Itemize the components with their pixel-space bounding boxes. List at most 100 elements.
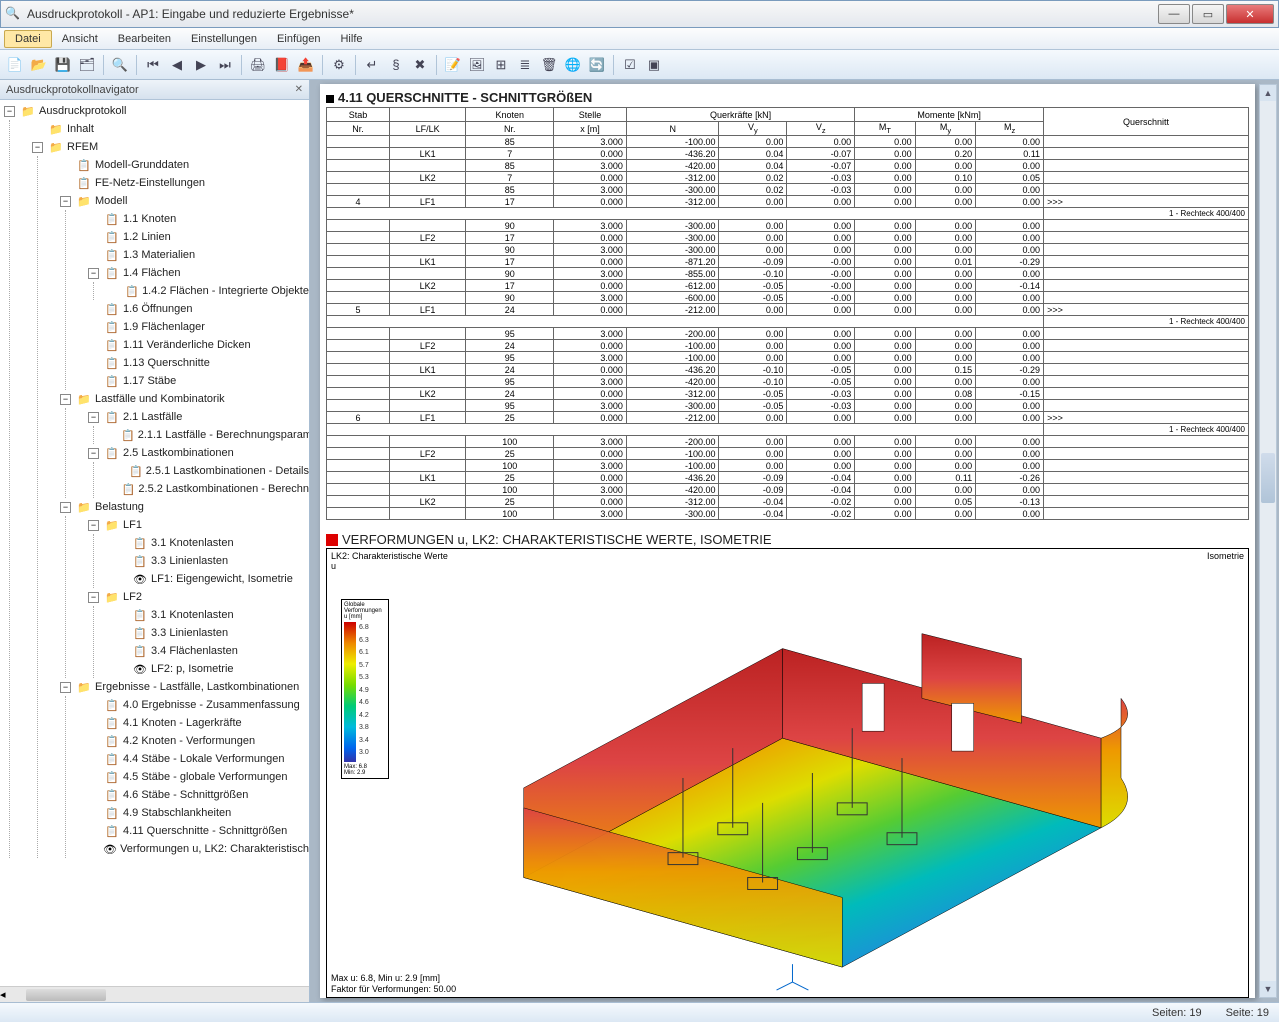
toolbar-first-icon[interactable]: ⏮ — [142, 54, 164, 76]
tree-item[interactable]: 3.4 Flächenlasten — [151, 645, 238, 657]
page-icon: 📋 — [104, 770, 120, 784]
tree-collapse-icon[interactable]: − — [88, 592, 99, 603]
tree-item-lastkomb[interactable]: Lastfälle und Kombinatorik — [95, 393, 225, 405]
navigator-hscroll[interactable]: ◂ — [0, 986, 309, 1002]
tree-item[interactable]: 2.1.1 Lastfälle - Berechnungsparam — [138, 429, 309, 441]
tree-item-lf2[interactable]: LF2 — [123, 591, 142, 603]
tree-item[interactable]: 4.2 Knoten - Verformungen — [123, 735, 255, 747]
tree-item[interactable]: 1.11 Veränderliche Dicken — [123, 339, 251, 351]
tree-collapse-icon[interactable]: − — [60, 196, 71, 207]
tree-collapse-icon[interactable]: − — [60, 502, 71, 513]
navigator-tree[interactable]: −📁Ausdruckprotokoll 📁Inhalt −📁RFEM 📋Mode… — [0, 100, 309, 986]
scroll-thumb[interactable] — [1261, 453, 1275, 503]
table-row: LF2170.000-300.000.000.000.000.000.00 — [327, 232, 1249, 244]
toolbar-print-icon[interactable]: 🖨 — [247, 54, 269, 76]
tree-item-inhalt[interactable]: Inhalt — [67, 123, 94, 135]
menu-einfuegen[interactable]: Einfügen — [267, 31, 330, 47]
toolbar-select-icon[interactable]: ☑ — [619, 54, 641, 76]
toolbar-filter-icon[interactable]: ▣ — [643, 54, 665, 76]
tree-item[interactable]: 4.5 Stäbe - globale Verformungen — [123, 771, 288, 783]
tree-item[interactable]: 3.3 Linienlasten — [151, 627, 228, 639]
toolbar-pdf-icon[interactable]: 📕 — [271, 54, 293, 76]
tree-item[interactable]: 1.4.2 Flächen - Integrierte Objekte — [142, 285, 309, 297]
toolbar-text-icon[interactable]: 📝 — [442, 54, 464, 76]
tree-item[interactable]: 2.1 Lastfälle — [123, 411, 182, 423]
menu-hilfe[interactable]: Hilfe — [330, 31, 372, 47]
menu-bearbeiten[interactable]: Bearbeiten — [108, 31, 181, 47]
tree-item[interactable]: FE-Netz-Einstellungen — [95, 177, 205, 189]
tree-item[interactable]: LF1: Eigengewicht, Isometrie — [151, 573, 293, 585]
menu-ansicht[interactable]: Ansicht — [52, 31, 108, 47]
tree-item[interactable]: 1.6 Öffnungen — [123, 303, 193, 315]
tree-item[interactable]: 1.9 Flächenlager — [123, 321, 205, 333]
toolbar-remove-icon[interactable]: ✖ — [409, 54, 431, 76]
toolbar-section-icon[interactable]: § — [385, 54, 407, 76]
model-rendering — [327, 549, 1248, 997]
tree-item-lf1[interactable]: LF1 — [123, 519, 142, 531]
tree-collapse-icon[interactable]: − — [88, 520, 99, 531]
tree-item[interactable]: 1.4 Flächen — [123, 267, 180, 279]
toolbar-header-icon[interactable]: ≣ — [514, 54, 536, 76]
tree-collapse-icon[interactable]: − — [4, 106, 15, 117]
navigator-close-icon[interactable]: ✕ — [295, 84, 303, 95]
tree-item[interactable]: 4.11 Querschnitte - Schnittgrößen — [123, 825, 287, 837]
toolbar-open-icon[interactable]: 📂 — [28, 54, 50, 76]
toolbar-image-icon[interactable]: 🖼 — [466, 54, 488, 76]
tree-item[interactable]: 4.0 Ergebnisse - Zusammenfassung — [123, 699, 300, 711]
toolbar-pagebreak-icon[interactable]: ↵ — [361, 54, 383, 76]
tree-item[interactable]: 2.5.1 Lastkombinationen - Details — [146, 465, 309, 477]
tree-item[interactable]: 1.1 Knoten — [123, 213, 176, 225]
table-note-row: 1 - Rechteck 400/400 — [327, 208, 1249, 220]
toolbar-refresh-icon[interactable]: 🔄 — [586, 54, 608, 76]
tree-item[interactable]: 3.3 Linienlasten — [151, 555, 228, 567]
toolbar-lang-icon[interactable]: 🌐 — [562, 54, 584, 76]
toolbar-search-icon[interactable]: 🔍 — [109, 54, 131, 76]
tree-item[interactable]: 2.5 Lastkombinationen — [123, 447, 234, 459]
tree-collapse-icon[interactable]: − — [88, 448, 99, 459]
toolbar-del-icon[interactable]: 🗑 — [538, 54, 560, 76]
tree-item[interactable]: 1.13 Querschnitte — [123, 357, 210, 369]
tree-collapse-icon[interactable]: − — [60, 394, 71, 405]
toolbar-new-icon[interactable]: 📄 — [4, 54, 26, 76]
navigator-title: Ausdruckprotokollnavigator — [6, 84, 139, 96]
tree-item-ergebnisse[interactable]: Ergebnisse - Lastfälle, Lastkombinatione… — [95, 681, 299, 693]
tree-item[interactable]: Modell-Grunddaten — [95, 159, 189, 171]
tree-collapse-icon[interactable]: − — [88, 268, 99, 279]
menu-einstellungen[interactable]: Einstellungen — [181, 31, 267, 47]
toolbar-next-icon[interactable]: ▶ — [190, 54, 212, 76]
vertical-scrollbar[interactable]: ▲ ▼ — [1259, 84, 1277, 998]
tree-item[interactable]: 1.2 Linien — [123, 231, 171, 243]
tree-item-modell[interactable]: Modell — [95, 195, 127, 207]
minimize-button[interactable]: — — [1158, 4, 1190, 24]
tree-collapse-icon[interactable]: − — [32, 142, 43, 153]
tree-item[interactable]: 2.5.2 Lastkombinationen - Berechn — [138, 483, 309, 495]
tree-collapse-icon[interactable]: − — [88, 412, 99, 423]
tree-item[interactable]: 4.9 Stabschlankheiten — [123, 807, 231, 819]
th-momente: Momente [kNm] — [855, 108, 1044, 122]
maximize-button[interactable]: ▭ — [1192, 4, 1224, 24]
tree-item[interactable]: 3.1 Knotenlasten — [151, 537, 234, 549]
scroll-up-icon[interactable]: ▲ — [1260, 85, 1276, 101]
toolbar-last-icon[interactable]: ⏭ — [214, 54, 236, 76]
toolbar-prev-icon[interactable]: ◀ — [166, 54, 188, 76]
scroll-down-icon[interactable]: ▼ — [1260, 981, 1276, 997]
toolbar-save-icon[interactable]: 💾 — [52, 54, 74, 76]
tree-item[interactable]: 1.17 Stäbe — [123, 375, 176, 387]
toolbar-table-icon[interactable]: ⊞ — [490, 54, 512, 76]
tree-item[interactable]: 4.4 Stäbe - Lokale Verformungen — [123, 753, 284, 765]
tree-item[interactable]: Verformungen u, LK2: Charakteristisch — [120, 843, 309, 855]
tree-item[interactable]: 3.1 Knotenlasten — [151, 609, 234, 621]
toolbar-export-icon[interactable]: 📤 — [295, 54, 317, 76]
tree-collapse-icon[interactable]: − — [60, 682, 71, 693]
tree-item[interactable]: LF2: p, Isometrie — [151, 663, 234, 675]
tree-item-rfem[interactable]: RFEM — [67, 141, 98, 153]
tree-item[interactable]: 1.3 Materialien — [123, 249, 195, 261]
tree-item-belastung[interactable]: Belastung — [95, 501, 144, 513]
tree-root[interactable]: Ausdruckprotokoll — [39, 105, 126, 117]
close-button[interactable]: ✕ — [1226, 4, 1274, 24]
toolbar-settings-icon[interactable]: ⚙ — [328, 54, 350, 76]
menu-datei[interactable]: Datei — [4, 30, 52, 48]
tree-item[interactable]: 4.6 Stäbe - Schnittgrößen — [123, 789, 248, 801]
toolbar-savecfg-icon[interactable]: 🗂 — [76, 54, 98, 76]
tree-item[interactable]: 4.1 Knoten - Lagerkräfte — [123, 717, 242, 729]
